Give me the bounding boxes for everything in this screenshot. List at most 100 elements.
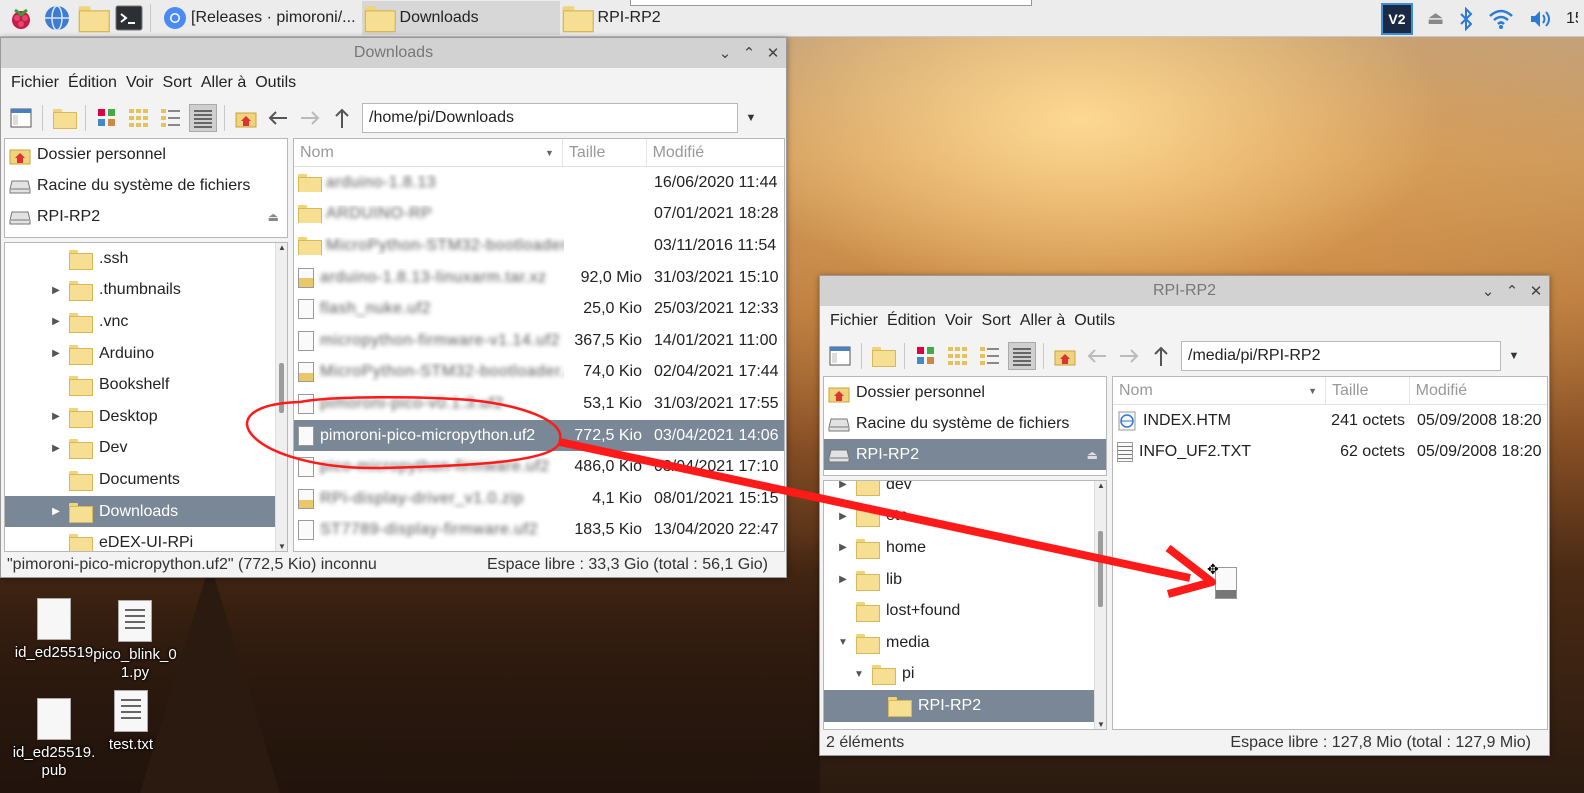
file-row[interactable]: flash_nuke.uf2 25,0 Kio 25/03/2021 12:33	[294, 293, 784, 325]
expander-arrow-icon[interactable]: ▶	[49, 411, 63, 422]
eject-icon[interactable]: ⏏	[1087, 448, 1098, 462]
raspberry-menu-icon[interactable]	[6, 3, 36, 33]
task-rpi-rp2[interactable]: RPI-RP2	[560, 1, 667, 35]
expander-arrow-icon[interactable]: ▼	[852, 669, 866, 680]
file-row[interactable]: RPi-display-driver_v1.0.zip 4,1 Kio 08/01/…	[294, 483, 784, 515]
expander-arrow-icon[interactable]: ▶	[49, 348, 63, 359]
list-view-button[interactable]	[1008, 342, 1036, 370]
volume-icon[interactable]	[1528, 8, 1552, 30]
icon-view-button[interactable]	[912, 342, 940, 370]
file-manager-icon[interactable]	[78, 3, 110, 33]
file-row[interactable]: ST7789-display-firmware.uf2 183,5 Kio 13/0…	[294, 515, 784, 547]
tree-item[interactable]: Documents	[5, 464, 287, 496]
tree-item[interactable]: ▶ dev	[824, 481, 1106, 501]
tree-item[interactable]: ▶ home	[824, 532, 1106, 564]
path-history-dropdown[interactable]: ▼	[742, 112, 760, 124]
column-modified[interactable]: Modifié	[647, 139, 784, 167]
minimize-button[interactable]: ⌄	[718, 44, 732, 62]
column-name[interactable]: Nom ▼	[1113, 377, 1326, 405]
file-row[interactable]: INDEX.HTM 241 octets 05/09/2008 18:20	[1113, 405, 1547, 437]
maximize-button[interactable]: ⌃	[1505, 282, 1519, 300]
window-titlebar[interactable]: RPI-RP2 ⌄ ⌃ ✕	[820, 276, 1549, 306]
tree-item[interactable]: RPI-RP2	[824, 690, 1106, 722]
new-folder-button[interactable]	[50, 104, 78, 132]
expander-arrow-icon[interactable]: ▶	[49, 443, 63, 454]
expander-arrow-icon[interactable]: ▼	[836, 637, 850, 648]
tree-item[interactable]: lost+found	[824, 595, 1106, 627]
tree-scrollbar[interactable]: ▲ ▼	[1094, 481, 1106, 729]
tree-item[interactable]: .ssh	[5, 243, 287, 275]
forward-button[interactable]	[296, 104, 324, 132]
browser-globe-icon[interactable]	[42, 3, 72, 33]
tree-item[interactable]: ▶ .vnc	[5, 306, 287, 338]
maximize-button[interactable]: ⌃	[742, 44, 756, 62]
task-chromium[interactable]: [Releases · pimoroni/...	[157, 1, 362, 35]
vnc-icon[interactable]: V2	[1380, 2, 1413, 35]
eject-icon[interactable]: ⏏	[1427, 8, 1444, 29]
file-row[interactable]: pimoroni-pico-v0.1.3.uf2 53,1 Kio 31/03/20…	[294, 388, 784, 420]
tree-scrollbar[interactable]: ▲ ▼	[275, 243, 287, 551]
task-downloads[interactable]: Downloads	[361, 1, 560, 35]
place-root[interactable]: Racine du système de fichiers	[5, 170, 287, 201]
menu-outils[interactable]: Outils	[1072, 312, 1122, 330]
file-row[interactable]: MicroPython-STM32-bootloader.zip 74,0 Kio…	[294, 357, 784, 389]
column-size[interactable]: Taille	[1326, 377, 1410, 405]
file-row[interactable]: pico-micropython-firmware.uf2 486,0 Kio 03…	[294, 451, 784, 483]
place-home[interactable]: Dossier personnel	[824, 377, 1106, 408]
file-row[interactable]: ARDUINO-RP 07/01/2021 18:28	[294, 199, 784, 231]
expander-arrow-icon[interactable]: ▶	[49, 316, 63, 327]
menu-sort[interactable]: Sort	[161, 74, 199, 92]
path-history-dropdown[interactable]: ▼	[1505, 350, 1523, 362]
up-button[interactable]	[1147, 342, 1175, 370]
tree-item[interactable]: ▼ pi	[824, 659, 1106, 691]
tree-item[interactable]: eDEX-UI-RPi	[5, 527, 287, 551]
back-button[interactable]	[1083, 342, 1111, 370]
tree-item[interactable]: ▶ Desktop	[5, 401, 287, 433]
new-folder-button[interactable]	[869, 342, 897, 370]
file-row[interactable]: INFO_UF2.TXT 62 octets 05/09/2008 18:20	[1113, 437, 1547, 469]
expander-arrow-icon[interactable]: ▶	[836, 542, 850, 553]
desktop-icon-pico-blink[interactable]: pico_blink_01.py	[88, 600, 182, 682]
compact-view-button[interactable]	[976, 342, 1004, 370]
tree-item[interactable]: ▶ Arduino	[5, 338, 287, 370]
tree-item[interactable]: ▶ etc	[824, 501, 1106, 533]
terminal-icon[interactable]	[114, 3, 144, 33]
menu-fichier[interactable]: Fichier	[9, 74, 66, 92]
list-view-button[interactable]	[189, 104, 217, 132]
up-button[interactable]	[328, 104, 356, 132]
icon-view-button[interactable]	[93, 104, 121, 132]
new-window-button[interactable]	[826, 342, 854, 370]
menu-voir[interactable]: Voir	[943, 312, 980, 330]
column-size[interactable]: Taille	[563, 139, 647, 167]
column-modified[interactable]: Modifié	[1410, 377, 1547, 405]
forward-button[interactable]	[1115, 342, 1143, 370]
place-rpi-rp2[interactable]: RPI-RP2 ⏏	[5, 201, 287, 232]
window-titlebar[interactable]: Downloads ⌄ ⌃ ✕	[1, 38, 786, 68]
home-button[interactable]	[232, 104, 260, 132]
close-button[interactable]: ✕	[766, 44, 780, 62]
bluetooth-icon[interactable]	[1458, 6, 1474, 31]
menu-fichier[interactable]: Fichier	[828, 312, 885, 330]
menu-edition[interactable]: Édition	[66, 74, 124, 92]
close-button[interactable]: ✕	[1529, 282, 1543, 300]
compact-view-button[interactable]	[157, 104, 185, 132]
desktop-icon-test-txt[interactable]: test.txt	[86, 690, 176, 753]
file-row[interactable]: MicroPython-STM32-bootloader 03/11/2016 1…	[294, 230, 784, 262]
minimize-button[interactable]: ⌄	[1481, 282, 1495, 300]
thumbnail-view-button[interactable]	[125, 104, 153, 132]
menu-voir[interactable]: Voir	[124, 74, 161, 92]
column-name[interactable]: Nom ▼	[294, 139, 563, 167]
eject-icon[interactable]: ⏏	[268, 210, 279, 224]
tree-item[interactable]: ▶ lib	[824, 564, 1106, 596]
wifi-icon[interactable]	[1488, 8, 1514, 30]
path-input[interactable]: /home/pi/Downloads	[362, 103, 738, 133]
tree-item[interactable]: ▶ Dev	[5, 433, 287, 465]
desktop-icon-id-ed25519[interactable]: id_ed25519	[9, 598, 99, 661]
menu-aller-a[interactable]: Aller à	[1018, 312, 1072, 330]
file-row[interactable]: arduino-1.8.13-linuxarm.tar.xz 92,0 Mio 31…	[294, 262, 784, 294]
path-input[interactable]: /media/pi/RPI-RP2	[1181, 341, 1501, 371]
tree-item[interactable]: ▼ media	[824, 627, 1106, 659]
tree-item[interactable]: ▶ .thumbnails	[5, 275, 287, 307]
tree-item[interactable]: ▶ Downloads	[5, 495, 287, 528]
file-row[interactable]: arduino-1.8.13 16/06/2020 11:44	[294, 167, 784, 199]
